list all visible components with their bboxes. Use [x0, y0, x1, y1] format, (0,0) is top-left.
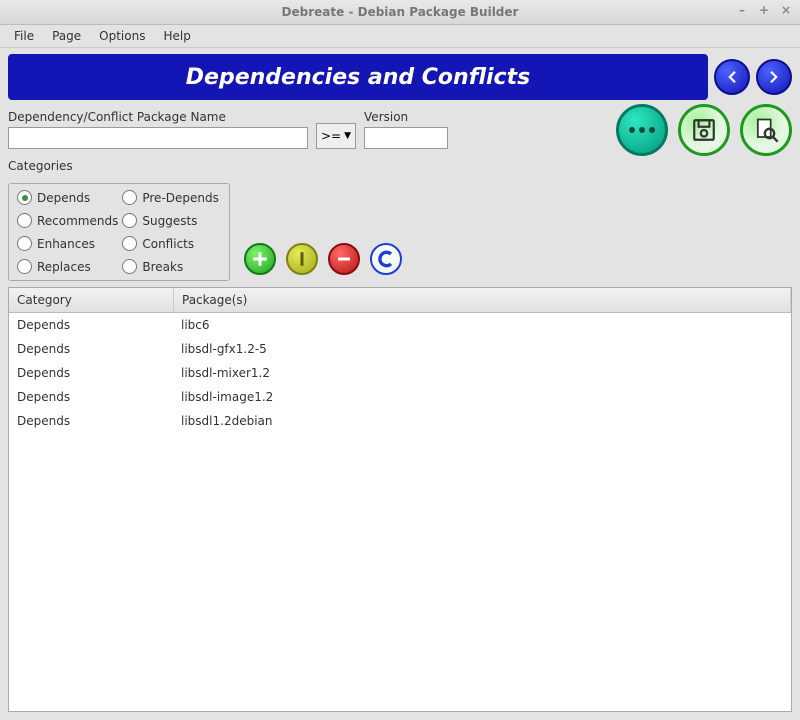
minimize-icon[interactable]: – — [734, 3, 750, 17]
categories-label: Categories — [8, 159, 792, 173]
menu-help[interactable]: Help — [155, 27, 198, 45]
more-button[interactable] — [616, 104, 668, 156]
cell-package: libsdl1.2debian — [173, 412, 791, 430]
radio-icon — [122, 213, 137, 228]
radio-icon — [17, 213, 32, 228]
package-name-input[interactable] — [8, 127, 308, 149]
window-controls: – + × — [734, 3, 794, 17]
ellipsis-icon — [627, 125, 657, 135]
app-window: Debreate - Debian Package Builder – + × … — [0, 0, 800, 720]
version-input[interactable] — [364, 127, 448, 149]
table-body[interactable]: Dependslibc6Dependslibsdl-gfx1.2-5Depend… — [9, 313, 791, 711]
add-button[interactable] — [244, 243, 276, 275]
version-field: Version — [364, 110, 448, 149]
page-magnify-icon — [752, 116, 780, 144]
menu-options[interactable]: Options — [91, 27, 153, 45]
radio-icon — [17, 236, 32, 251]
close-icon[interactable]: × — [778, 3, 794, 17]
category-enhances[interactable]: Enhances — [17, 236, 118, 251]
titlebar: Debreate - Debian Package Builder – + × — [0, 0, 800, 25]
col-packages[interactable]: Package(s) — [174, 288, 791, 312]
table-row[interactable]: Dependslibsdl1.2debian — [9, 409, 791, 433]
preview-button[interactable] — [740, 104, 792, 156]
table-row[interactable]: Dependslibsdl-mixer1.2 — [9, 361, 791, 385]
category-recommends[interactable]: Recommends — [17, 213, 118, 228]
clear-button[interactable] — [370, 243, 402, 275]
radio-icon — [122, 190, 137, 205]
input-row: Dependency/Conflict Package Name >= ▼ Ve… — [8, 110, 792, 149]
categories-group: Depends Pre-Depends Recommends Suggests Enha… — [8, 183, 230, 281]
remove-button[interactable] — [328, 243, 360, 275]
menubar: File Page Options Help — [0, 25, 800, 48]
table-row[interactable]: Dependslibsdl-image1.2 — [9, 385, 791, 409]
table-header: Category Package(s) — [9, 288, 791, 313]
cell-category: Depends — [9, 364, 173, 382]
page-title-text: Dependencies and Conflicts — [186, 65, 530, 90]
category-label: Pre-Depends — [142, 191, 219, 205]
category-label: Replaces — [37, 260, 91, 274]
page-title: Dependencies and Conflicts — [8, 54, 708, 100]
category-depends[interactable]: Depends — [17, 190, 118, 205]
menu-page[interactable]: Page — [44, 27, 89, 45]
window-title: Debreate - Debian Package Builder — [0, 5, 800, 19]
table-row[interactable]: Dependslibsdl-gfx1.2-5 — [9, 337, 791, 361]
radio-icon — [17, 190, 32, 205]
category-label: Breaks — [142, 260, 183, 274]
cell-package: libsdl-mixer1.2 — [173, 364, 791, 382]
append-button[interactable] — [286, 243, 318, 275]
floppy-disk-icon — [691, 117, 717, 143]
next-page-button[interactable] — [756, 59, 792, 95]
menu-file[interactable]: File — [6, 27, 42, 45]
category-label: Depends — [37, 191, 90, 205]
pipe-icon — [293, 250, 311, 268]
category-replaces[interactable]: Replaces — [17, 259, 118, 274]
dependencies-table: Category Package(s) Dependslibc6Dependsl… — [8, 287, 792, 712]
prev-page-button[interactable] — [714, 59, 750, 95]
toolbar-buttons — [616, 104, 792, 156]
save-button[interactable] — [678, 104, 730, 156]
page-header: Dependencies and Conflicts — [8, 54, 792, 100]
cell-package: libsdl-gfx1.2-5 — [173, 340, 791, 358]
arrow-left-icon — [723, 68, 741, 86]
radio-icon — [122, 259, 137, 274]
cell-package: libsdl-image1.2 — [173, 388, 791, 406]
maximize-icon[interactable]: + — [756, 3, 772, 17]
category-pre-depends[interactable]: Pre-Depends — [122, 190, 221, 205]
package-name-label: Dependency/Conflict Package Name — [8, 110, 308, 124]
category-label: Recommends — [37, 214, 118, 228]
cell-category: Depends — [9, 316, 173, 334]
category-conflicts[interactable]: Conflicts — [122, 236, 221, 251]
version-operator-value: >= — [321, 129, 341, 143]
category-label: Enhances — [37, 237, 95, 251]
categories-row: Depends Pre-Depends Recommends Suggests Enha… — [8, 175, 792, 281]
table-row[interactable]: Dependslibc6 — [9, 313, 791, 337]
chevron-down-icon: ▼ — [344, 131, 351, 141]
radio-icon — [122, 236, 137, 251]
col-category[interactable]: Category — [9, 288, 174, 312]
cell-category: Depends — [9, 412, 173, 430]
version-label: Version — [364, 110, 448, 124]
list-action-buttons — [244, 243, 402, 275]
radio-icon — [17, 259, 32, 274]
arrow-right-icon — [765, 68, 783, 86]
cell-package: libc6 — [173, 316, 791, 334]
category-label: Conflicts — [142, 237, 194, 251]
category-label: Suggests — [142, 214, 197, 228]
version-operator-select[interactable]: >= ▼ — [316, 123, 356, 149]
minus-icon — [335, 250, 353, 268]
package-name-field: Dependency/Conflict Package Name — [8, 110, 308, 149]
category-suggests[interactable]: Suggests — [122, 213, 221, 228]
cell-category: Depends — [9, 340, 173, 358]
content-area: Dependencies and Conflicts Dependency/Co… — [0, 48, 800, 720]
category-breaks[interactable]: Breaks — [122, 259, 221, 274]
cell-category: Depends — [9, 388, 173, 406]
letter-c-icon — [376, 249, 396, 269]
plus-icon — [251, 250, 269, 268]
